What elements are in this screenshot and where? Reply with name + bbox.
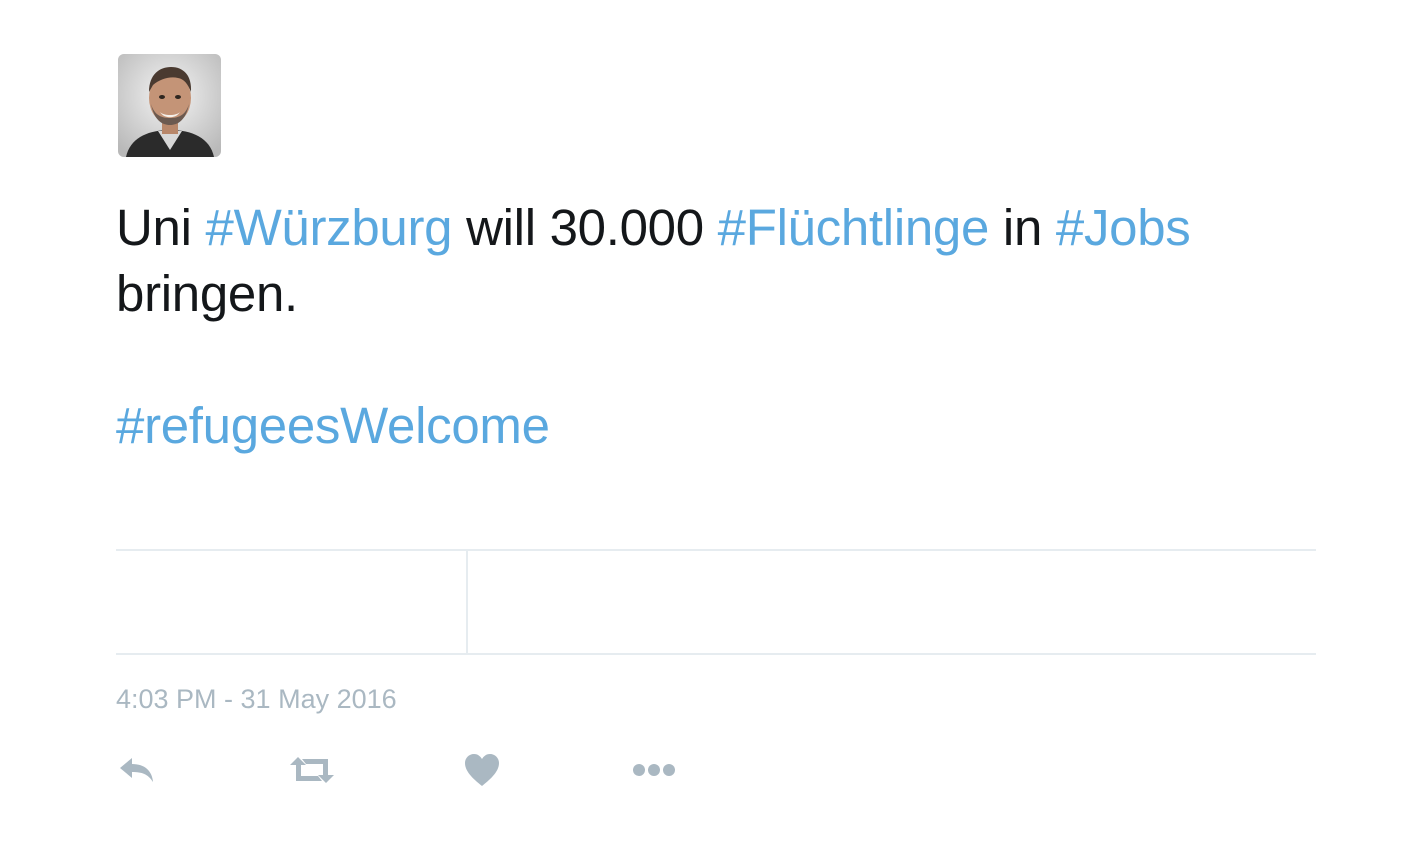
tweet-text: Uni #Würzburg will 30.000 #Flüchtlinge i…	[116, 195, 1336, 459]
avatar-photo	[118, 54, 221, 157]
hashtag-fluechtlinge[interactable]: #Flüchtlinge	[718, 199, 990, 256]
retweet-button[interactable]	[288, 748, 336, 792]
tweet-timestamp[interactable]: 4:03 PM - 31 May 2016	[116, 684, 397, 715]
author-avatar[interactable]	[118, 54, 221, 157]
tweet-actions	[116, 748, 716, 792]
reply-icon	[118, 755, 156, 785]
stats-cell-left	[116, 551, 466, 653]
reply-button[interactable]	[118, 748, 156, 792]
like-icon	[464, 753, 500, 787]
more-button[interactable]	[632, 748, 676, 792]
hashtag-wuerzburg[interactable]: #Würzburg	[206, 199, 453, 256]
text-segment: in	[989, 199, 1056, 256]
like-button[interactable]	[464, 748, 500, 792]
tweet-stats-bar	[116, 549, 1316, 655]
hashtag-jobs[interactable]: #Jobs	[1056, 199, 1191, 256]
text-segment: Uni	[116, 199, 206, 256]
tweet-paragraph: Uni #Würzburg will 30.000 #Flüchtlinge i…	[116, 195, 1336, 327]
text-segment: will 30.000	[452, 199, 718, 256]
tweet-paragraph-hashtag: #refugeesWelcome	[116, 393, 1336, 459]
more-icon	[632, 762, 676, 778]
retweet-icon	[288, 755, 336, 785]
hashtag-refugeeswelcome[interactable]: #refugeesWelcome	[116, 397, 550, 454]
stats-cell-right	[468, 551, 1316, 653]
text-segment: bringen.	[116, 265, 298, 322]
